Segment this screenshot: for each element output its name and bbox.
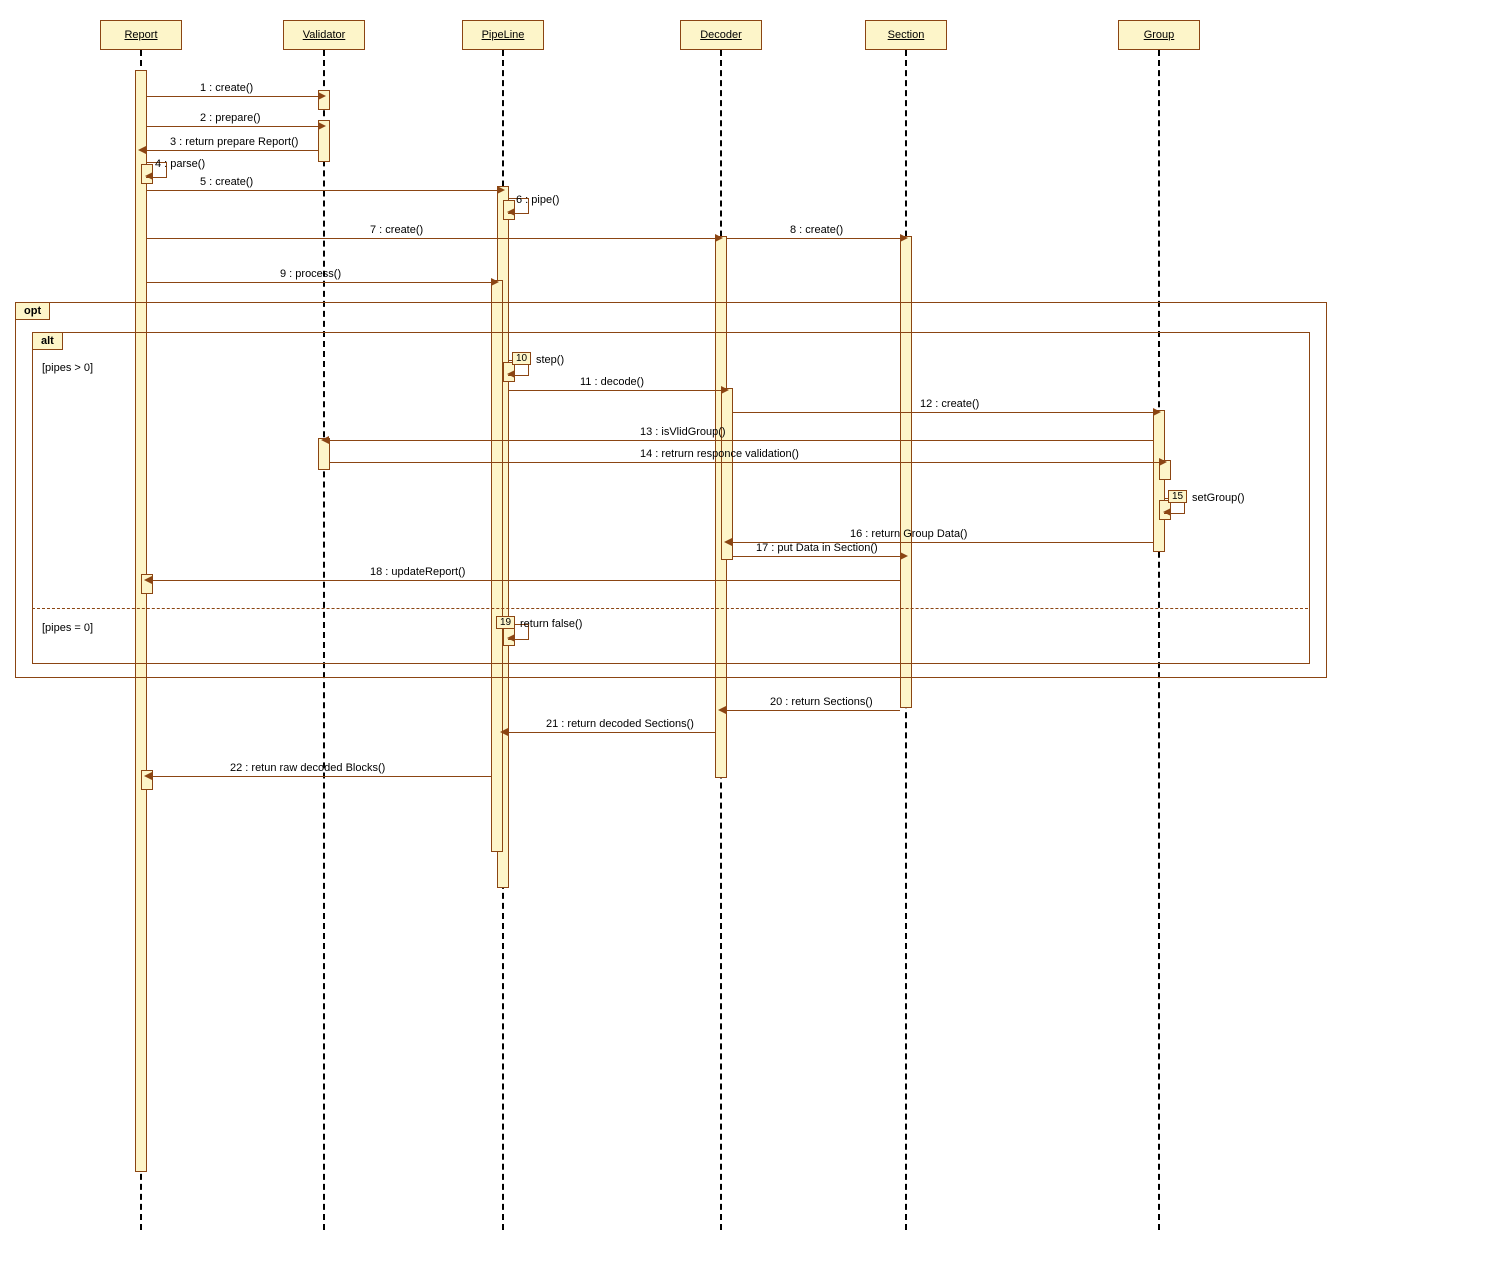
msg-3 (146, 150, 318, 151)
msg-11 (508, 390, 721, 391)
msg-8 (726, 238, 900, 239)
msg-4-label: 4 : parse() (155, 158, 205, 170)
msg-16-label: 16 : return Group Data() (850, 528, 967, 540)
msg-3-label: 3 : return prepare Report() (170, 136, 298, 148)
msg-18 (152, 580, 900, 581)
lifeline-decoder: Decoder (680, 20, 762, 50)
msg-9 (146, 282, 491, 283)
lifeline-section: Section (865, 20, 947, 50)
msg-19-label: return false() (520, 618, 582, 630)
msg-2 (146, 126, 318, 127)
msg-21 (508, 732, 715, 733)
lifeline-validator: Validator (283, 20, 365, 50)
opt-label: opt (15, 302, 50, 320)
msg-7-label: 7 : create() (370, 224, 423, 236)
guard-2: [pipes = 0] (42, 622, 93, 634)
msg-17-label: 17 : put Data in Section() (756, 542, 878, 554)
msg-2-label: 2 : prepare() (200, 112, 261, 124)
lifeline-pipeline: PipeLine (462, 20, 544, 50)
guard-1: [pipes > 0] (42, 362, 93, 374)
msg-22 (152, 776, 491, 777)
msg-19-num: 19 (496, 616, 515, 629)
lifeline-group: Group (1118, 20, 1200, 50)
msg-6-label: 6 : pipe() (516, 194, 559, 206)
msg-15-num: 15 (1168, 490, 1187, 503)
msg-18-label: 18 : updateReport() (370, 566, 465, 578)
msg-5-label: 5 : create() (200, 176, 253, 188)
msg-8-label: 8 : create() (790, 224, 843, 236)
msg-7 (146, 238, 715, 239)
msg-17 (732, 556, 900, 557)
msg-10-num: 10 (512, 352, 531, 365)
alt-separator (32, 608, 1308, 609)
msg-14-label: 14 : retrurn responce validation() (640, 448, 799, 460)
msg-10-label: step() (536, 354, 564, 366)
sequence-diagram: Report Validator PipeLine Decoder Sectio… (0, 0, 1512, 1281)
msg-9-label: 9 : process() (280, 268, 341, 280)
msg-12 (732, 412, 1153, 413)
msg-13 (329, 440, 1153, 441)
msg-21-label: 21 : return decoded Sections() (546, 718, 694, 730)
msg-11-label: 11 : decode() (580, 376, 644, 388)
msg-13-label: 13 : isVlidGroup() (640, 426, 726, 438)
msg-12-label: 12 : create() (920, 398, 979, 410)
msg-22-label: 22 : retun raw decoded Blocks() (230, 762, 385, 774)
msg-1 (146, 96, 318, 97)
msg-20 (726, 710, 900, 711)
msg-1-label: 1 : create() (200, 82, 253, 94)
msg-5 (146, 190, 497, 191)
fragment-alt: alt (32, 332, 1310, 664)
msg-20-label: 20 : return Sections() (770, 696, 873, 708)
msg-15-label: setGroup() (1192, 492, 1245, 504)
alt-label: alt (32, 332, 63, 350)
lifeline-report: Report (100, 20, 182, 50)
msg-14 (329, 462, 1159, 463)
